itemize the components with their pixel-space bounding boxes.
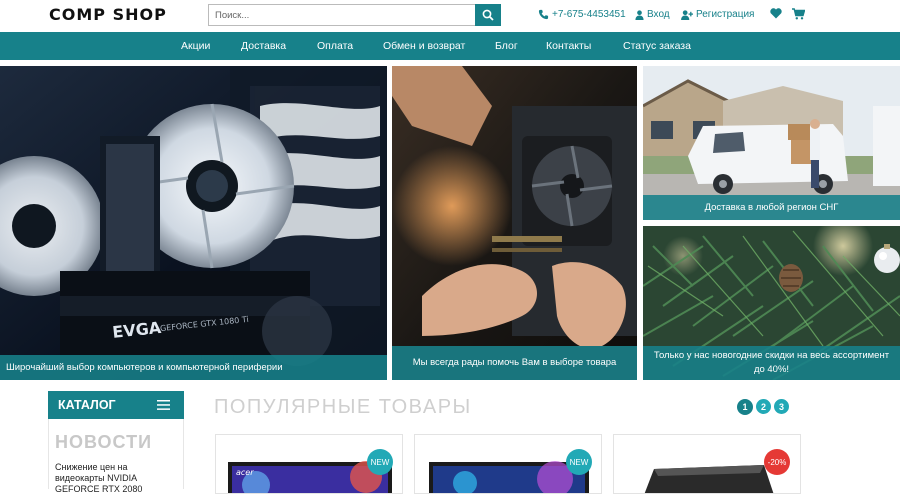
login-label: Вход bbox=[647, 9, 670, 20]
search-box bbox=[208, 4, 501, 26]
badge-sale: -20% bbox=[764, 449, 790, 475]
main-nav: Акции Доставка Оплата Обмен и возврат Бл… bbox=[0, 32, 900, 60]
banner-help[interactable]: Мы всегда рады помочь Вам в выборе товар… bbox=[392, 66, 637, 380]
banner-help-image bbox=[392, 66, 637, 380]
cart-button[interactable] bbox=[792, 8, 805, 20]
wishlist-button[interactable] bbox=[770, 8, 782, 19]
search-button[interactable] bbox=[475, 4, 501, 26]
catalog-button[interactable]: КАТАЛОГ bbox=[48, 391, 184, 419]
badge-new: NEW bbox=[566, 449, 592, 475]
badge-new: NEW bbox=[367, 449, 393, 475]
phone-icon bbox=[538, 9, 549, 20]
hamburger-icon bbox=[157, 400, 170, 410]
nav-item-delivery[interactable]: Доставка bbox=[241, 40, 286, 52]
nav-item-blog[interactable]: Блог bbox=[495, 40, 518, 52]
nav-item-order-status[interactable]: Статус заказа bbox=[623, 40, 691, 52]
login-link[interactable]: Вход bbox=[635, 9, 670, 20]
banner-computers-caption: Широчайший выбор компьютеров и компьютер… bbox=[0, 355, 387, 380]
nav-item-contacts[interactable]: Контакты bbox=[546, 40, 591, 52]
news-title: НОВОСТИ bbox=[55, 432, 153, 452]
nav-item-promos[interactable]: Акции bbox=[181, 40, 210, 52]
popular-products-title: ПОПУЛЯРНЫЕ ТОВАРЫ bbox=[214, 396, 472, 418]
banner-delivery[interactable]: Доставка в любой регион СНГ bbox=[643, 66, 900, 220]
user-plus-icon bbox=[681, 9, 693, 20]
phone-link[interactable]: +7-675-4453451 bbox=[538, 9, 626, 20]
heart-icon bbox=[770, 8, 782, 19]
page-dot-1[interactable]: 1 bbox=[737, 399, 753, 415]
register-label: Регистрация bbox=[696, 9, 755, 20]
logo[interactable]: COMP SHOP bbox=[49, 5, 167, 24]
banner-help-caption: Мы всегда рады помочь Вам в выборе товар… bbox=[392, 346, 637, 380]
banner-delivery-caption: Доставка в любой регион СНГ bbox=[643, 195, 900, 220]
banner-newyear[interactable]: Только у нас новогодние скидки на весь а… bbox=[643, 226, 900, 380]
banner-newyear-caption: Только у нас новогодние скидки на весь а… bbox=[643, 346, 900, 380]
catalog-label: КАТАЛОГ bbox=[58, 398, 116, 412]
banner-computers[interactable]: EVGA GEFORCE GTX 1080 Ti Широчайший выбо… bbox=[0, 66, 387, 380]
nav-item-returns[interactable]: Обмен и возврат bbox=[383, 40, 465, 52]
user-icon bbox=[635, 9, 644, 20]
product-brand: acer bbox=[236, 468, 254, 477]
news-item[interactable]: Снижение цен на видеокарты NVIDIA GEFORC… bbox=[55, 462, 175, 495]
page-dot-3[interactable]: 3 bbox=[774, 399, 789, 414]
phone-number: +7-675-4453451 bbox=[552, 9, 626, 20]
search-icon bbox=[482, 9, 494, 21]
banner-computers-image: EVGA GEFORCE GTX 1080 Ti bbox=[0, 66, 387, 380]
search-input[interactable] bbox=[209, 5, 475, 25]
page-dot-2[interactable]: 2 bbox=[756, 399, 771, 414]
header: COMP SHOP +7-675-4453451 Вход Регистр bbox=[0, 0, 900, 32]
cart-icon bbox=[792, 8, 805, 20]
register-link[interactable]: Регистрация bbox=[681, 9, 754, 20]
nav-item-payment[interactable]: Оплата bbox=[317, 40, 353, 52]
